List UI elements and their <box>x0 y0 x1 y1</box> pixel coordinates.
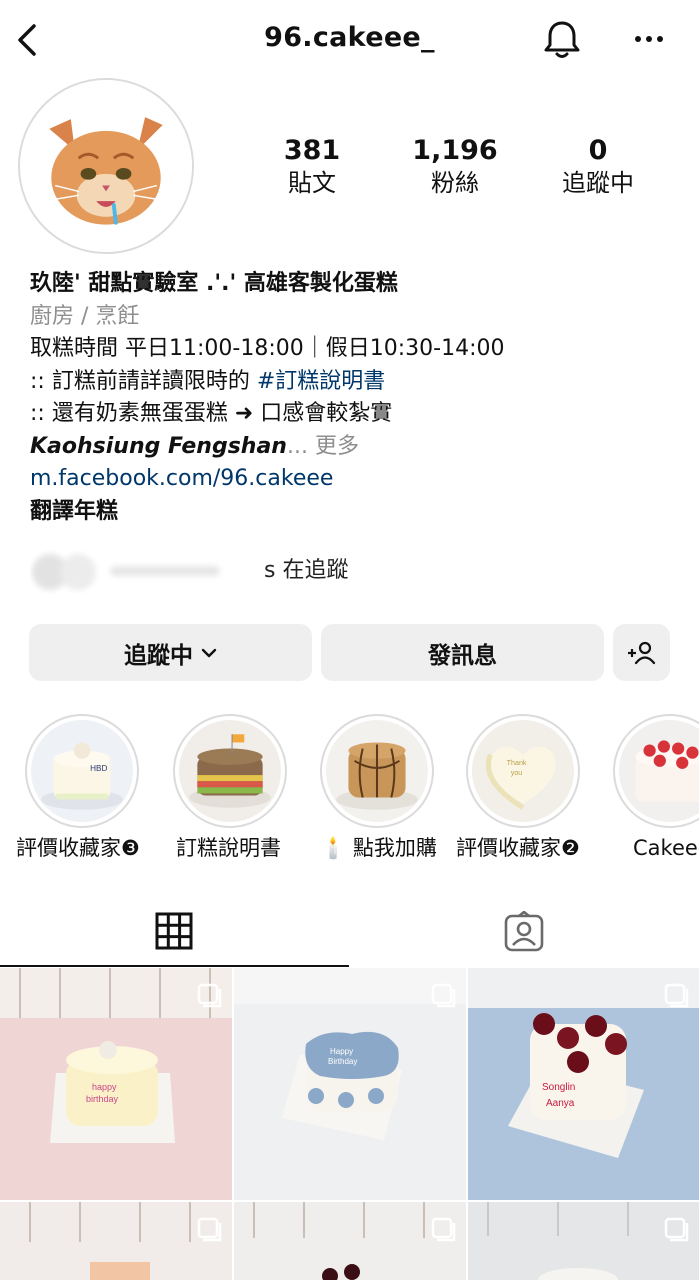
message-button-label: 發訊息 <box>428 642 497 669</box>
active-tab-indicator <box>0 965 349 967</box>
following-button-label: 追蹤中 <box>124 642 193 669</box>
highlight-label: 訂糕說明書 <box>176 836 281 860</box>
bio-more-link[interactable]: 更多 <box>315 434 359 459</box>
highlight-cover <box>173 714 287 828</box>
profile-category: 廚房 / 烹飪 <box>30 303 140 329</box>
svg-text:Thank: Thank <box>507 759 527 767</box>
bio-line-pickup-hours: 取糕時間 平日11:00-18:00｜假日10:30-14:00 <box>30 336 505 361</box>
stat-followers-value: 1,196 <box>412 135 498 166</box>
message-button[interactable]: 發訊息 <box>321 624 604 681</box>
multiple-posts-icon <box>431 983 456 1008</box>
highlight-cakeee[interactable] <box>610 714 699 828</box>
svg-text:Happy: Happy <box>330 1047 353 1056</box>
multiple-posts-icon <box>664 983 689 1008</box>
profile-username: 96.cakeee_ <box>264 22 435 53</box>
highlight-reviews-2[interactable]: Thank you <box>463 714 583 828</box>
cake-photo-icon <box>619 720 699 822</box>
highlight-cover: Thank you <box>466 714 580 828</box>
highlight-order-guide[interactable] <box>170 714 290 828</box>
profile-tabs <box>0 900 699 970</box>
ellipsis-icon[interactable] <box>630 26 670 52</box>
stat-posts-value: 381 <box>283 135 341 166</box>
highlight-cover: HBD <box>25 714 139 828</box>
followed-by-text: s 在追蹤 <box>264 558 349 583</box>
multiple-posts-icon <box>664 1217 689 1242</box>
bio-ellipsis: ... <box>286 433 315 459</box>
svg-text:you: you <box>511 769 523 777</box>
bio-line-location: Kaohsiung Fengshan... 更多 <box>30 431 680 464</box>
bio-hashtag-link[interactable]: #訂糕說明書 <box>257 369 385 394</box>
bio-translate-link[interactable]: 翻譯年糕 <box>30 496 680 529</box>
highlight-label: 🕯️ 點我加購 <box>320 836 437 860</box>
stat-posts-label: 貼文 <box>288 169 336 197</box>
svg-text:Birthday: Birthday <box>328 1057 357 1066</box>
bio-order-note-text: :: 訂糕前請詳讀限時的 <box>30 368 257 394</box>
svg-text:birthday: birthday <box>86 1094 119 1104</box>
post-thumbnail[interactable]: happy birthday <box>0 968 232 1200</box>
post-thumbnail[interactable] <box>234 1202 466 1280</box>
stat-followers-label: 粉絲 <box>431 169 479 197</box>
stat-following-value: 0 <box>588 135 608 166</box>
multiple-posts-icon <box>431 1217 456 1242</box>
profile-bio: 玖陸' 甜點實驗室 .'.' 高雄客製化蛋糕 廚房 / 烹飪 取糕時間 平日11… <box>30 268 680 528</box>
cat-avatar-illustration <box>20 80 192 252</box>
bio-line-order-note: :: 訂糕前請詳讀限時的 #訂糕說明書 <box>30 366 680 399</box>
profile-avatar[interactable] <box>18 78 194 254</box>
svg-text:Songlin: Songlin <box>542 1082 575 1093</box>
post-thumbnail[interactable]: Songlin Aanya <box>468 968 699 1200</box>
highlight-cover <box>613 714 699 828</box>
highlight-label: Cakeee <box>633 836 699 860</box>
highlight-reviews-3[interactable]: HBD <box>22 714 142 828</box>
grid-icon[interactable] <box>155 912 193 950</box>
profile-header: 96.cakeee_ <box>0 0 699 80</box>
profile-display-name: 玖陸' 甜點實驗室 .'.' 高雄客製化蛋糕 <box>30 271 398 296</box>
svg-text:HBD: HBD <box>90 764 107 773</box>
svg-text:Aanya: Aanya <box>546 1098 575 1109</box>
followed-by-row[interactable]: s 在追蹤 <box>30 548 430 596</box>
bio-location: Kaohsiung Fengshan <box>30 433 287 459</box>
stat-posts[interactable]: 381 貼文 <box>242 134 382 198</box>
following-button[interactable]: 追蹤中 <box>29 624 312 681</box>
multiple-posts-icon <box>197 1217 222 1242</box>
bell-icon[interactable] <box>540 18 584 62</box>
post-thumbnail[interactable] <box>0 1202 232 1280</box>
highlight-add-ons[interactable] <box>317 714 437 828</box>
svg-text:happy: happy <box>92 1082 117 1092</box>
add-person-icon <box>627 641 655 664</box>
bio-external-link[interactable]: m.facebook.com/96.cakeee <box>30 463 680 496</box>
cake-photo-icon: HBD <box>31 720 133 822</box>
highlight-label: 評價收藏家❸ <box>16 836 140 860</box>
tagged-icon[interactable] <box>503 911 545 953</box>
chevron-down-icon <box>201 648 217 657</box>
cake-photo-icon: Thank you <box>472 720 574 822</box>
stat-following[interactable]: 0 追蹤中 <box>528 134 668 198</box>
cake-photo-icon <box>326 720 428 822</box>
stat-following-label: 追蹤中 <box>562 169 634 197</box>
bio-line-eggless: :: 還有奶素無蛋蛋糕 ➜ 口感會較紮實 <box>30 401 393 426</box>
multiple-posts-icon <box>197 983 222 1008</box>
highlight-label: 評價收藏家❷ <box>456 836 580 860</box>
cake-photo-icon <box>179 720 281 822</box>
post-thumbnail[interactable]: Happy Birthday <box>234 968 466 1200</box>
stat-followers[interactable]: 1,196 粉絲 <box>385 134 525 198</box>
highlight-cover <box>320 714 434 828</box>
suggested-users-button[interactable] <box>613 624 670 681</box>
follower-avatars-blurred <box>32 554 220 590</box>
post-thumbnail[interactable] <box>468 1202 699 1280</box>
